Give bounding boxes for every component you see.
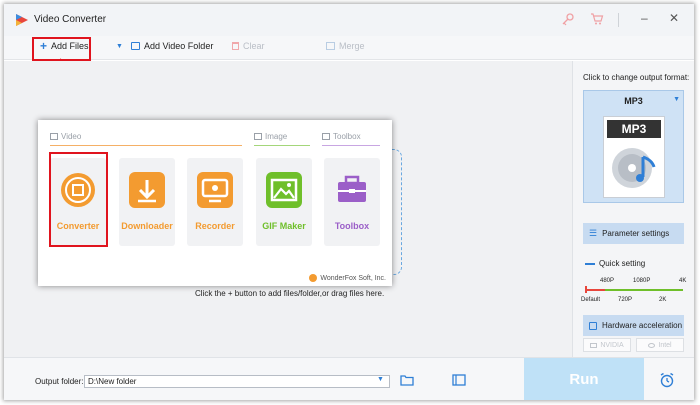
tool-gif-maker[interactable]: GIF Maker: [256, 158, 312, 246]
chip-icon: [589, 321, 597, 330]
nvidia-option[interactable]: NVIDIA: [583, 338, 631, 352]
format-dropdown-icon: ▼: [673, 96, 680, 103]
output-format-heading: Click to change output format:: [583, 73, 690, 82]
tool-recorder-label: Recorder: [195, 221, 235, 231]
quality-slider[interactable]: [585, 286, 683, 293]
section-toolbox-label: Toolbox: [333, 132, 361, 141]
scale-default: Default: [581, 297, 601, 303]
section-image: Image: [254, 132, 287, 141]
intel-label: Intel: [658, 341, 672, 349]
bottom-bar: Output folder: D:\New folder ▼ Run: [4, 357, 694, 400]
format-name: MP3: [624, 96, 643, 106]
output-settings-panel: Click to change output format: MP3 ▼ MP3…: [572, 61, 694, 357]
brand-label: WonderFox Soft, Inc.: [320, 274, 386, 282]
run-button[interactable]: Run: [524, 358, 644, 400]
output-format-selector[interactable]: MP3 ▼ MP3: [583, 90, 684, 203]
quick-setting-heading: Quick setting: [585, 259, 645, 268]
screen-record-icon: [197, 172, 233, 208]
tool-toolbox-label: Toolbox: [334, 221, 370, 231]
section-toolbox: Toolbox: [322, 132, 361, 141]
intel-logo-icon: [648, 342, 656, 348]
hardware-acceleration-label: Hardware acceleration: [602, 321, 683, 330]
mp3-icon: MP3: [603, 116, 665, 198]
tool-gif-maker-label: GIF Maker: [262, 221, 306, 231]
alarm-clock-icon[interactable]: [659, 372, 675, 390]
toolbox-small-icon: [322, 133, 330, 140]
section-video-label: Video: [61, 132, 82, 141]
tool-downloader[interactable]: Downloader: [119, 158, 175, 246]
download-icon: [129, 172, 165, 208]
parameter-settings-label: Parameter settings: [602, 229, 670, 238]
section-image-label: Image: [265, 132, 288, 141]
toolbox-icon: [334, 172, 370, 208]
scale-4k: 4K: [679, 278, 687, 284]
app-window: Video Converter – ✕ + Add Files ▼ Add Vi…: [4, 4, 694, 400]
scale-720p: 720P: [618, 297, 633, 303]
toolbox-section-line: [322, 145, 380, 146]
tool-recorder[interactable]: Recorder: [187, 158, 243, 246]
nvidia-logo-icon: [590, 342, 598, 348]
brand-footer: WonderFox Soft, Inc.: [309, 274, 386, 282]
section-video: Video: [50, 132, 81, 141]
drop-hint: Click the + button to add files/folder,o…: [195, 289, 385, 298]
output-folder-input[interactable]: D:\New folder: [84, 375, 390, 388]
nvidia-label: NVIDIA: [600, 341, 624, 349]
tool-downloader-label: Downloader: [121, 221, 173, 231]
image-section-line: [254, 145, 310, 146]
open-folder-icon[interactable]: [400, 374, 414, 388]
output-folder-dropdown-icon[interactable]: ▼: [377, 376, 384, 383]
scale-480p: 480P: [600, 278, 615, 284]
video-icon: [50, 133, 58, 140]
parameter-settings-button[interactable]: ☰ Parameter settings: [583, 223, 684, 244]
quick-setting-label: Quick setting: [599, 259, 646, 268]
sliders-icon: ☰: [589, 228, 598, 238]
output-folder-label: Output folder:: [35, 377, 84, 386]
video-section-line: [50, 145, 242, 146]
annotation-highlight-converter: [49, 152, 108, 247]
tool-toolbox[interactable]: Toolbox: [324, 158, 380, 246]
intel-option[interactable]: Intel: [636, 338, 684, 352]
slider-icon: [585, 262, 595, 265]
picture-icon: [266, 172, 302, 208]
scale-1080p: 1080P: [633, 278, 651, 284]
hardware-acceleration-button[interactable]: Hardware acceleration: [583, 315, 684, 336]
output-list-icon[interactable]: [452, 374, 466, 388]
image-icon: [254, 133, 262, 140]
wonderfox-logo-icon: [309, 274, 318, 282]
scale-2k: 2K: [659, 297, 667, 303]
